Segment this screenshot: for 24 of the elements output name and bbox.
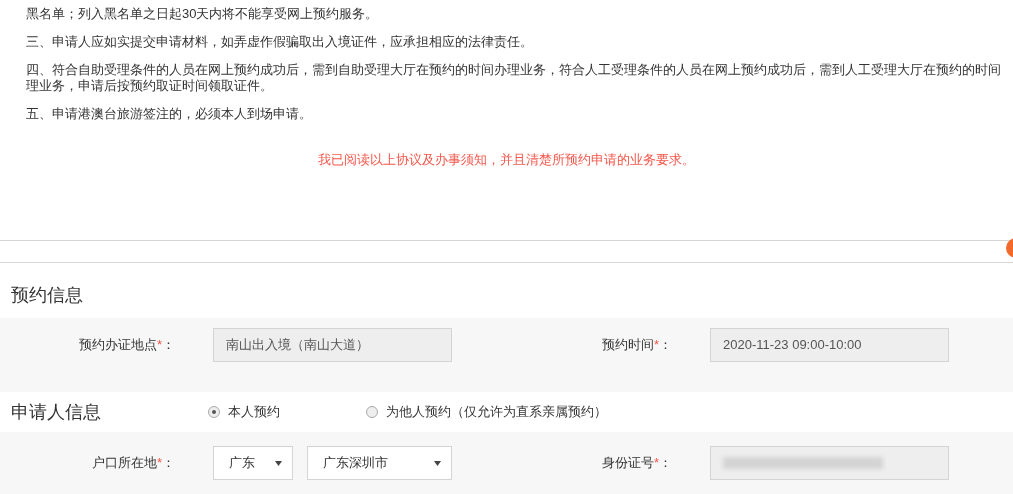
agreement-text: 我已阅读以上协议及办事须知，并且清楚所预约申请的业务要求。 [318, 151, 695, 166]
notice-text: 五、申请港澳台旅游签注的，必须本人到场申请。 [26, 106, 312, 121]
field-label: 预约时间*： [600, 336, 673, 354]
notice-text: 黑名单；列入黑名单之日起30天内将不能享受网上预约服务。 [26, 6, 379, 21]
id-number-field[interactable] [710, 446, 949, 480]
section-title: 申请人信息 [10, 400, 102, 424]
radio-button[interactable] [366, 406, 378, 418]
dropdown[interactable]: 广东 [213, 446, 293, 480]
notice-text: 三、申请人应如实提交申请材料，如弄虚作假骗取出入境证件，应承担相应的法律责任。 [26, 34, 533, 49]
dropdown[interactable]: 广东深圳市 [307, 446, 452, 480]
field-label: 预约办证地点*： [77, 336, 176, 354]
caret-icon [434, 460, 441, 466]
readonly-field[interactable]: 南山出入境（南山大道） [213, 328, 452, 362]
notice-text: 四、符合自助受理条件的人员在网上预约成功后，需到自助受理大厅在预约的时间办理业务，符合人工受理条件的人员在网上预约成功后，需到人工受理大厅在预约的时间 [26, 62, 1001, 77]
caret-icon [275, 460, 282, 466]
field-label: 身份证号*： [600, 454, 673, 472]
readonly-field[interactable]: 2020-11-23 09:00-10:00 [710, 328, 949, 362]
field-label: 户口所在地*： [90, 454, 176, 472]
notice-text: 理业务，申请后按预约取证时间领取证件。 [26, 78, 273, 93]
radio-option[interactable]: 为他人预约（仅允许为直系亲属预约） [366, 402, 607, 422]
section-title: 预约信息 [11, 284, 83, 307]
radio-button[interactable] [208, 406, 220, 418]
side-tab-icon[interactable] [1006, 238, 1013, 258]
radio-option[interactable]: 本人预约 [208, 402, 366, 422]
